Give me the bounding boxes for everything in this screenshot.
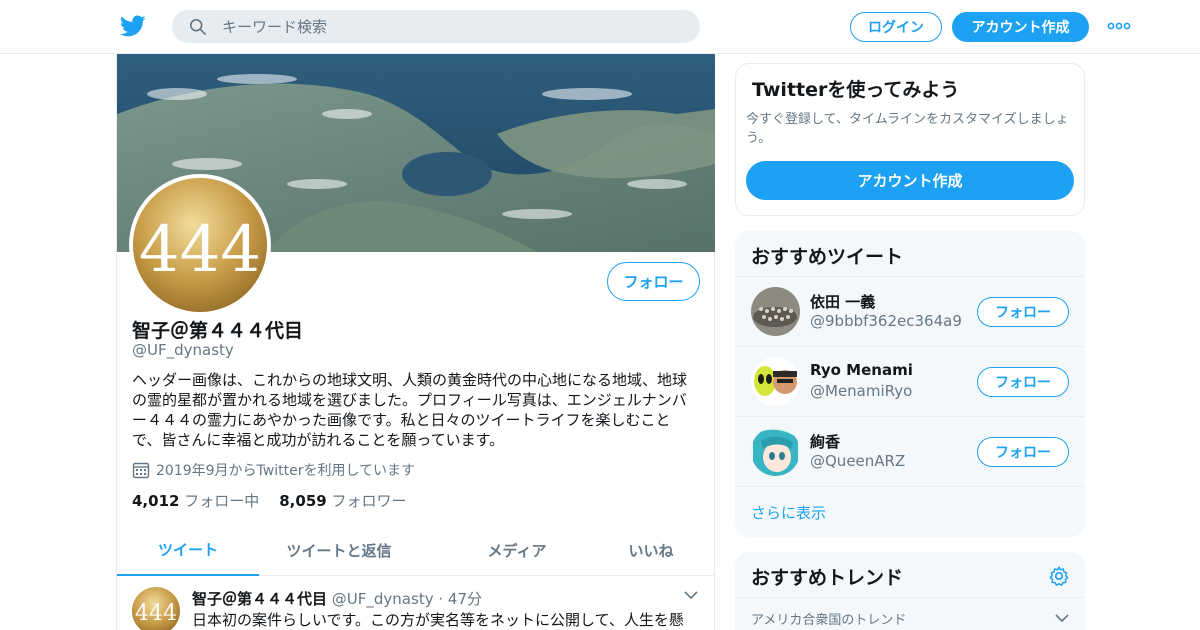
recommended-users-panel: おすすめツイート 依田 一義 @9bbbf362ec364a9 フォロー Ryo… — [735, 231, 1085, 537]
tab-likes[interactable]: いいね — [587, 524, 715, 576]
profile-avatar[interactable]: 444 — [129, 174, 271, 316]
calendar-icon — [132, 462, 150, 479]
user-handle[interactable]: @MenamiRyo — [810, 382, 912, 400]
profile-tabs: ツイート ツイートと返信 メディア いいね — [117, 524, 715, 576]
profile-bio: ヘッダー画像は、これからの地球文明、人類の黄金時代の中心地になる地域、地球の霊的… — [132, 371, 688, 449]
signup-button[interactable]: アカウント作成 — [952, 12, 1089, 42]
joined-date: 2019年9月からTwitterを利用しています — [132, 460, 415, 480]
follow-user-button[interactable]: フォロー — [977, 297, 1069, 327]
tweet-header: 智子＠第４４４代目 @UF_dynasty · 47分 — [192, 588, 482, 609]
joined-text: 2019年9月からTwitterを利用しています — [156, 463, 416, 479]
profile-name: 智子＠第４４４代目 — [132, 320, 304, 342]
tweet-author-name[interactable]: 智子＠第４４４代目 — [192, 590, 327, 608]
trend-location-label: アメリカ合衆国のトレンド — [751, 613, 907, 628]
avatar-crowd-image — [751, 287, 800, 336]
tab-tweets[interactable]: ツイート — [117, 524, 259, 576]
divider — [735, 486, 1085, 487]
profile-handle[interactable]: @UF_dynasty — [132, 341, 234, 359]
search-icon — [189, 18, 207, 36]
tweet-avatar-image: 444 — [132, 587, 180, 630]
following-stat[interactable]: 4,012 フォロー中 — [132, 490, 259, 511]
top-navigation-bar: ログイン アカウント作成 — [0, 0, 1200, 54]
chevron-down-icon[interactable] — [1055, 613, 1069, 623]
tweet-author-handle[interactable]: @UF_dynasty — [332, 590, 434, 608]
user-handle[interactable]: @9bbbf362ec364a9 — [810, 312, 962, 330]
signup-card-button[interactable]: アカウント作成 — [746, 161, 1074, 200]
followers-count: 8,059 — [279, 492, 327, 510]
tab-tweets-and-replies[interactable]: ツイートと返信 — [259, 524, 419, 576]
signup-card-title: Twitterを使ってみよう — [752, 79, 960, 101]
chevron-down-icon[interactable] — [684, 590, 698, 600]
user-name[interactable]: 絢香 — [810, 431, 840, 452]
follow-button[interactable]: フォロー — [607, 262, 700, 301]
user-handle[interactable]: @QueenARZ — [810, 452, 905, 470]
tweet-avatar[interactable]: 444 — [132, 587, 180, 630]
followers-stat[interactable]: 8,059 フォロワー — [279, 490, 406, 511]
signup-card-description: 今すぐ登録して、タイムラインをカスタマイズしましょう。 — [746, 112, 1069, 146]
tab-media[interactable]: メディア — [447, 524, 587, 576]
user-name[interactable]: Ryo Menami — [810, 361, 913, 379]
profile-stats: 4,012 フォロー中 8,059 フォロワー — [132, 490, 407, 511]
user-avatar[interactable] — [751, 287, 800, 336]
avatar-image: 444 — [133, 178, 267, 312]
follow-user-button[interactable]: フォロー — [977, 437, 1069, 467]
trends-title: おすすめトレンド — [751, 567, 904, 589]
show-more-link[interactable]: さらに表示 — [751, 502, 826, 523]
trends-panel: おすすめトレンド アメリカ合衆国のトレンド — [735, 552, 1085, 630]
search-input[interactable] — [222, 10, 682, 43]
avatar-text: 444 — [139, 213, 261, 287]
avatar-anime-image — [751, 427, 800, 476]
login-button[interactable]: ログイン — [850, 12, 942, 42]
search-bar — [172, 10, 700, 43]
tweet-time[interactable]: · 47分 — [438, 590, 482, 608]
following-count: 4,012 — [132, 492, 180, 510]
recommended-user-row[interactable]: 依田 一義 @9bbbf362ec364a9 フォロー — [735, 276, 1085, 346]
follow-user-button[interactable]: フォロー — [977, 367, 1069, 397]
user-avatar[interactable] — [751, 427, 800, 476]
profile-column: 444 フォロー 智子＠第４４４代目 @UF_dynasty ヘッダー画像は、こ… — [116, 54, 715, 630]
twitter-logo-icon[interactable] — [120, 13, 146, 39]
following-label: フォロー中 — [184, 492, 260, 510]
recommended-user-row[interactable]: 絢香 @QueenARZ フォロー — [735, 416, 1085, 486]
avatar-alien-image — [751, 357, 800, 406]
trend-location-row[interactable]: アメリカ合衆国のトレンド — [735, 597, 1085, 630]
tweet-avatar-text: 444 — [135, 601, 177, 626]
gear-icon[interactable] — [1048, 565, 1070, 587]
recommended-user-row[interactable]: Ryo Menami @MenamiRyo フォロー — [735, 346, 1085, 416]
recommended-title: おすすめツイート — [751, 246, 904, 268]
tweet-item[interactable]: 444 智子＠第４４４代目 @UF_dynasty · 47分 日本初の案件らし… — [117, 576, 715, 630]
user-name[interactable]: 依田 一義 — [810, 291, 875, 312]
followers-label: フォロワー — [331, 492, 407, 510]
more-options-icon[interactable] — [1107, 17, 1131, 35]
tweet-text: 日本初の案件らしいです。この方が実名等をネットに公開して、人生を懸 — [192, 611, 684, 629]
signup-card: Twitterを使ってみよう 今すぐ登録して、タイムラインをカスタマイズしましょ… — [735, 63, 1085, 216]
user-avatar[interactable] — [751, 357, 800, 406]
